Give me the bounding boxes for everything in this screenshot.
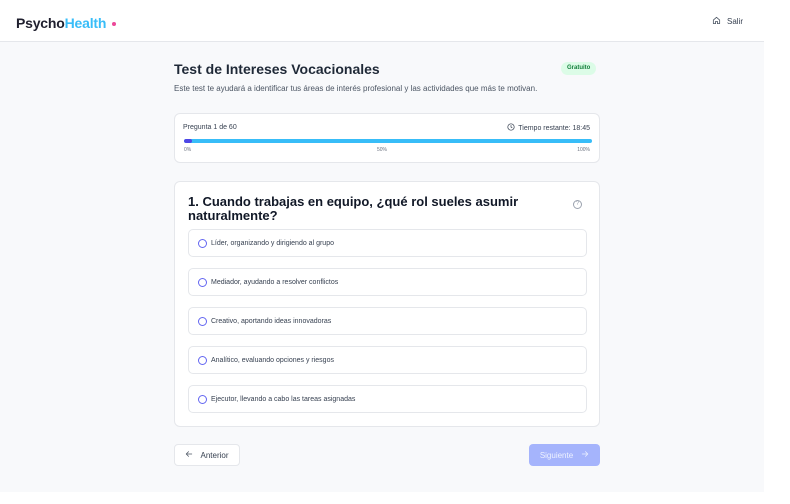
option-3[interactable]: Creativo, aportando ideas innovadoras bbox=[188, 307, 587, 335]
progress-tick-end: 100% bbox=[577, 147, 590, 153]
radio-button[interactable] bbox=[198, 316, 207, 326]
option-label: Creativo, aportando ideas innovadoras bbox=[211, 317, 332, 325]
option-1[interactable]: Líder, organizando y dirigiendo al grupo bbox=[188, 229, 587, 257]
progress-fill bbox=[184, 139, 193, 143]
option-2[interactable]: Mediador, ayudando a resolver conflictos bbox=[188, 268, 587, 296]
home-icon bbox=[712, 16, 721, 27]
option-5[interactable]: Ejecutor, llevando a cabo las tareas asi… bbox=[188, 385, 587, 413]
clock-icon bbox=[507, 123, 515, 133]
top-bar: Psycho Health Salir bbox=[0, 0, 764, 42]
logo-text-part2: Health bbox=[64, 15, 107, 31]
previous-label: Anterior bbox=[200, 450, 229, 460]
timer-label: Tiempo restante: 18:45 bbox=[518, 124, 590, 132]
progress-tick-start: 0% bbox=[184, 147, 192, 153]
option-label: Mediador, ayudando a resolver conflictos bbox=[211, 278, 339, 286]
test-description: Este test te ayudará a identificar tus á… bbox=[174, 84, 538, 93]
next-label: Siguiente bbox=[539, 450, 574, 460]
option-label: Analítico, evaluando opciones y riesgos bbox=[211, 356, 334, 364]
question-text: 1. Cuando trabajas en equipo, ¿qué rol s… bbox=[188, 194, 519, 223]
exit-label: Salir bbox=[727, 17, 744, 26]
next-button[interactable]: Siguiente bbox=[529, 444, 600, 466]
progress-bar bbox=[184, 139, 592, 143]
arrow-left-icon bbox=[185, 450, 193, 460]
status-badge: Gratuito bbox=[561, 62, 597, 75]
option-label: Líder, organizando y dirigiendo al grupo bbox=[211, 239, 334, 247]
page-title: Test de Intereses Vocacionales bbox=[174, 61, 380, 77]
question-card: 1. Cuando trabajas en equipo, ¿qué rol s… bbox=[174, 181, 600, 427]
previous-button[interactable]: Anterior bbox=[174, 444, 240, 466]
arrow-right-icon bbox=[581, 450, 589, 460]
progress-card: Pregunta 1 de 60 Tiempo restante: 18:45 … bbox=[174, 113, 600, 163]
radio-button[interactable] bbox=[198, 355, 207, 365]
question-counter: Pregunta 1 de 60 bbox=[183, 124, 237, 131]
logo-text-part1: Psycho bbox=[16, 15, 65, 31]
progress-tick-mid: 50% bbox=[377, 147, 388, 153]
option-label: Ejecutor, llevando a cabo las tareas asi… bbox=[211, 395, 356, 403]
exit-button[interactable]: Salir bbox=[712, 16, 743, 27]
logo[interactable]: Psycho Health bbox=[16, 15, 117, 31]
radio-button[interactable] bbox=[198, 394, 207, 404]
radio-button[interactable] bbox=[198, 238, 207, 248]
timer: Tiempo restante: 18:45 bbox=[507, 123, 590, 133]
help-icon[interactable]: ? bbox=[573, 200, 582, 209]
option-4[interactable]: Analítico, evaluando opciones y riesgos bbox=[188, 346, 587, 374]
radio-button[interactable] bbox=[198, 277, 207, 287]
logo-dot bbox=[112, 21, 117, 26]
